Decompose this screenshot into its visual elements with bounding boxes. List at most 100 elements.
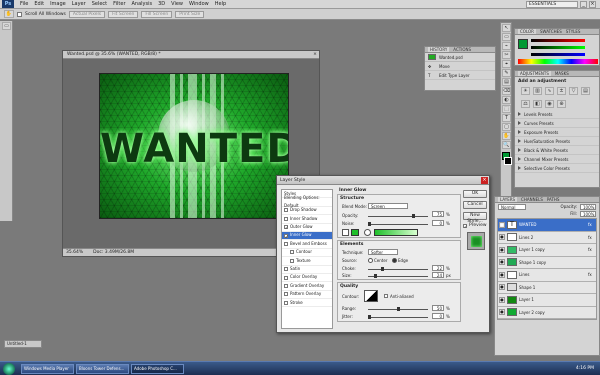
preset-row[interactable]: Selective Color Presets: [515, 164, 599, 173]
tool-icon[interactable]: ▭: [2, 22, 11, 30]
opacity-slider[interactable]: [368, 214, 428, 218]
slider-knob[interactable]: [381, 267, 384, 271]
style-checkbox[interactable]: [284, 292, 288, 297]
new-style-button[interactable]: New Style...: [463, 212, 487, 224]
tab-styles[interactable]: STYLES: [566, 29, 581, 34]
slider-knob[interactable]: [374, 274, 377, 278]
blend-mode-select[interactable]: Normal: [498, 203, 526, 210]
dialog-titlebar[interactable]: Layer Style ×: [277, 176, 489, 185]
hue-saturation-icon[interactable]: ▤: [581, 87, 590, 95]
tab-layers[interactable]: LAYERS: [498, 197, 518, 202]
menu-file[interactable]: File: [17, 0, 31, 9]
visibility-eye-icon[interactable]: ●: [499, 296, 505, 303]
layer-row[interactable]: ● Lines fx: [498, 269, 596, 282]
curves-icon[interactable]: ∿: [545, 87, 554, 95]
tab-adjustments[interactable]: ADJUSTMENTS: [518, 71, 551, 76]
glow-color-swatch[interactable]: [351, 229, 359, 236]
hand-tool-icon[interactable]: ✋: [4, 10, 14, 18]
opacity-field[interactable]: 100%: [580, 203, 596, 210]
tab-actions[interactable]: ACTIONS: [453, 47, 471, 52]
taskbar-item-media-player[interactable]: Windows Media Player: [21, 363, 74, 374]
brightness-icon[interactable]: ☀: [521, 87, 530, 95]
fx-icon[interactable]: fx: [588, 247, 596, 252]
print-size-button[interactable]: Print Size: [175, 10, 205, 18]
black-white-icon[interactable]: ◧: [533, 99, 542, 108]
menu-layer[interactable]: Layer: [69, 0, 89, 9]
style-checkbox[interactable]: [284, 275, 288, 280]
slider-knob[interactable]: [412, 214, 415, 218]
history-item[interactable]: T Edit Type Layer: [425, 71, 495, 80]
jitter-value[interactable]: 0: [432, 313, 444, 319]
style-checkbox[interactable]: [290, 250, 294, 255]
color-fg-swatch[interactable]: [518, 39, 528, 49]
pen-tool-icon[interactable]: ⬚: [502, 105, 511, 113]
visibility-eye-icon[interactable]: ●: [499, 234, 505, 241]
vibrance-icon[interactable]: ▽: [569, 87, 578, 95]
visibility-eye-icon[interactable]: ●: [499, 271, 505, 278]
preview-toggle[interactable]: ✓ Preview: [463, 223, 487, 228]
range-value[interactable]: 50: [432, 305, 444, 311]
center-radio[interactable]: [368, 258, 373, 263]
blue-slider[interactable]: [531, 53, 585, 56]
size-slider[interactable]: [368, 274, 428, 278]
exposure-icon[interactable]: ±: [557, 87, 566, 95]
eyedropper-tool-icon[interactable]: ⌖: [502, 60, 511, 68]
tab-paths[interactable]: PATHS: [547, 197, 560, 202]
doc-size[interactable]: Doc: 3.49M/26.8M: [93, 249, 134, 256]
visibility-eye-icon[interactable]: ●: [499, 259, 505, 266]
style-checkbox-checked[interactable]: ✓: [284, 225, 288, 230]
red-slider[interactable]: [531, 39, 585, 42]
contour-preview[interactable]: [364, 290, 378, 302]
fx-icon[interactable]: fx: [588, 235, 596, 240]
choke-slider[interactable]: [368, 267, 428, 271]
blend-mode-select[interactable]: Screen: [368, 203, 408, 209]
style-checkbox[interactable]: [284, 267, 288, 272]
layer-row[interactable]: ● Shape 1: [498, 282, 596, 294]
taskbar-item-bloons[interactable]: Bloons Tower Defens...: [76, 363, 129, 374]
fx-icon[interactable]: fx: [588, 272, 596, 277]
style-checkbox-checked[interactable]: ✓: [284, 233, 288, 238]
opacity-value[interactable]: 75: [432, 211, 444, 217]
hand-tool-icon[interactable]: ✋: [502, 132, 511, 140]
layer-row[interactable]: ● Layer 1 copy fx: [498, 244, 596, 257]
brush-tool-icon[interactable]: ✎: [502, 69, 511, 77]
workspace-switcher[interactable]: ESSENTIALS: [526, 1, 578, 8]
fx-icon[interactable]: fx: [588, 222, 596, 227]
eraser-tool-icon[interactable]: ⌫: [502, 87, 511, 95]
menu-window[interactable]: Window: [186, 0, 212, 9]
menu-image[interactable]: Image: [47, 0, 69, 9]
ok-button[interactable]: OK: [463, 190, 487, 198]
tab-masks[interactable]: MASKS: [555, 71, 569, 76]
visibility-eye-icon[interactable]: ●: [499, 284, 505, 291]
menu-select[interactable]: Select: [89, 0, 110, 9]
tab-history[interactable]: HISTORY: [428, 47, 450, 52]
document-tab[interactable]: Wanted.psd @ 35.6% (WANTED, RGB/8) * ×: [63, 51, 319, 59]
slider-knob[interactable]: [368, 315, 371, 319]
jitter-slider[interactable]: [368, 315, 428, 319]
menu-view[interactable]: View: [168, 0, 186, 9]
visibility-eye-icon[interactable]: ●: [499, 309, 505, 316]
menu-help[interactable]: Help: [212, 0, 229, 9]
style-checkbox[interactable]: [284, 216, 288, 221]
style-checkbox[interactable]: [290, 258, 294, 263]
layer-row[interactable]: ● T WANTED fx: [498, 219, 596, 232]
glow-gradient-picker[interactable]: [374, 229, 418, 236]
shape-tool-icon[interactable]: ▢: [502, 123, 511, 131]
canvas-artwork[interactable]: WANTED: [99, 73, 289, 219]
layer-row[interactable]: ● Lines 2 fx: [498, 232, 596, 244]
slider-knob[interactable]: [368, 222, 371, 226]
layer-row[interactable]: ● Layer 2 copy: [498, 307, 596, 319]
style-checkbox[interactable]: [284, 242, 288, 247]
type-tool-icon[interactable]: T: [502, 114, 511, 122]
fit-screen-button[interactable]: Fit Screen: [108, 10, 139, 18]
noise-value[interactable]: 0: [432, 220, 444, 226]
anti-aliased-checkbox[interactable]: [384, 294, 388, 298]
close-document-icon[interactable]: ×: [311, 51, 319, 58]
fill-field[interactable]: 100%: [580, 210, 596, 217]
lasso-tool-icon[interactable]: ⌁: [502, 42, 511, 50]
size-value[interactable]: 24: [432, 272, 444, 278]
marquee-tool-icon[interactable]: ▭: [502, 33, 511, 41]
start-button[interactable]: [3, 362, 15, 375]
zoom-level[interactable]: 35.64%: [66, 249, 83, 256]
green-slider[interactable]: [531, 46, 585, 49]
